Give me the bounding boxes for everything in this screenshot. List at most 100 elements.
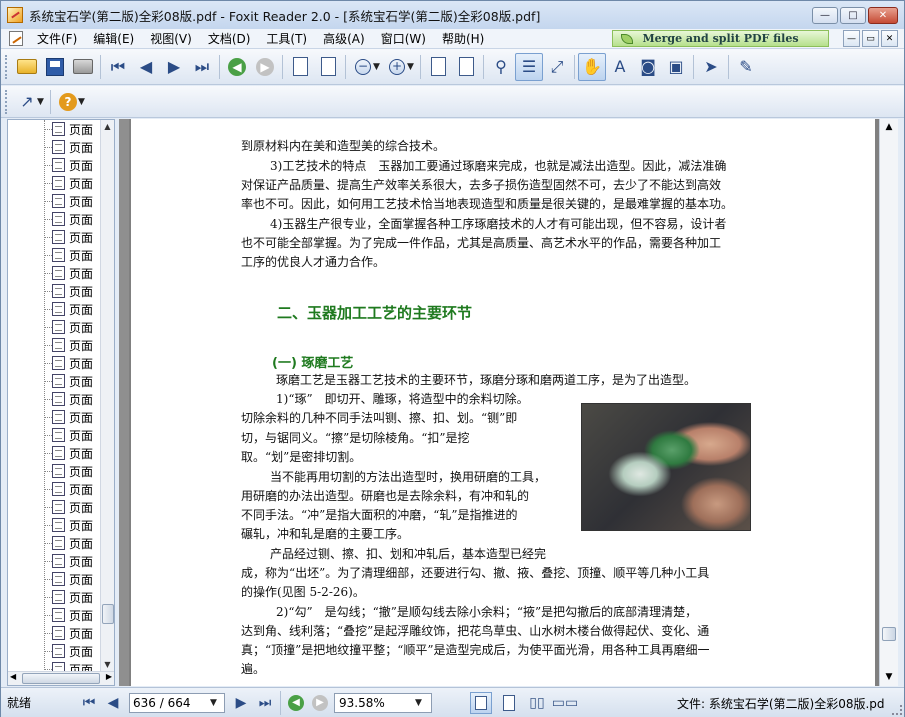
bookmark-item[interactable]: 页面 [8,300,102,318]
menu-tools[interactable]: 工具(T) [258,30,315,47]
maximize-button[interactable]: □ [840,7,866,24]
bookmark-item[interactable]: 页面 [8,210,102,228]
document-view[interactable]: 二、玉器加工工艺的主要环节 (一) 琢磨工艺 到原材料内在美和造型美的综合技术。… [129,119,879,686]
toolbar-grip[interactable] [5,54,9,79]
zoom-in-dropdown-icon[interactable]: ▼ [407,62,417,72]
menu-window[interactable]: 窗口(W) [373,30,434,47]
last-page-button[interactable]: ⏭ [188,53,216,81]
bookmark-horizontal-scrollbar[interactable]: ◀ ▶ [8,671,114,685]
bookmark-hscroll-thumb[interactable] [22,673,100,684]
bookmark-item[interactable]: 页面 [8,642,102,660]
bookmark-item[interactable]: 页面 [8,444,102,462]
menu-view[interactable]: 视图(V) [142,30,200,47]
scroll-right-arrow-icon[interactable]: ▶ [106,672,112,681]
toolbar-grip[interactable] [5,89,9,114]
bookmark-item[interactable]: 页面 [8,480,102,498]
bookmark-item[interactable]: 页面 [8,534,102,552]
scroll-up-arrow-icon[interactable]: ▲ [101,120,114,134]
doc-restore-button[interactable]: ▭ [862,30,879,47]
document-icon[interactable] [9,31,23,46]
page-dropdown-icon[interactable]: ▼ [210,698,220,708]
select-text-button[interactable]: A [606,53,634,81]
bookmark-item[interactable]: 页面 [8,156,102,174]
previous-page-button[interactable]: ◀ [132,53,160,81]
actual-size-button[interactable] [424,53,452,81]
resize-grip[interactable] [892,705,902,715]
bookmark-item[interactable]: 页面 [8,246,102,264]
zoom-out-dropdown-icon[interactable]: ▼ [373,62,383,72]
bookmark-item[interactable]: 页面 [8,498,102,516]
bookmark-item[interactable]: 页面 [8,552,102,570]
page-number-box[interactable]: 636 / 664 ▼ [129,692,225,713]
panel-splitter[interactable] [119,119,129,686]
bookmark-item[interactable]: 页面 [8,588,102,606]
bookmark-item[interactable]: 页面 [8,462,102,480]
menu-advanced[interactable]: 高级(A) [315,30,373,47]
bookmark-item[interactable]: 页面 [8,426,102,444]
document-vertical-scrollbar[interactable]: ▲ ▼ [879,119,898,686]
bookmark-item[interactable]: 页面 [8,282,102,300]
bookmark-item[interactable]: 页面 [8,138,102,156]
merge-split-banner[interactable]: Merge and split PDF files [612,30,829,47]
bookmark-vertical-scrollbar[interactable]: ▲ ▼ [100,120,114,672]
rotate-right-button[interactable] [314,53,342,81]
bookmark-item[interactable]: 页面 [8,174,102,192]
minimize-button[interactable]: — [812,7,838,24]
open-button[interactable] [13,53,41,81]
fullscreen-button[interactable]: ⤢ [543,53,571,81]
menu-edit[interactable]: 编辑(E) [85,30,142,47]
bookmark-item[interactable]: 页面 [8,120,102,138]
scroll-down-arrow-icon[interactable]: ▼ [101,658,114,672]
status-forward-icon[interactable]: ▶ [312,694,328,711]
close-button[interactable]: ✕ [868,7,898,24]
next-page-button[interactable]: ▶ [160,53,188,81]
doc-minimize-button[interactable]: — [843,30,860,47]
bookmark-item[interactable]: 页面 [8,408,102,426]
hand-tool-button[interactable]: ✋ [578,52,606,81]
status-back-icon[interactable]: ◀ [288,694,304,711]
facing-layout-button[interactable]: ▯▯ [526,692,548,714]
single-page-layout-button[interactable] [470,691,492,714]
go-forward-button[interactable]: ▶ [251,53,279,81]
doc-scroll-down-arrow-icon[interactable]: ▼ [880,669,898,686]
bookmarks-panel-button[interactable]: ☰ [515,52,543,81]
bookmark-item[interactable]: 页面 [8,372,102,390]
doc-scroll-up-arrow-icon[interactable]: ▲ [880,119,898,136]
find-button[interactable]: ⚲ [487,53,515,81]
first-page-button[interactable]: ⏮ [104,53,132,81]
scroll-left-arrow-icon[interactable]: ◀ [10,672,16,681]
menu-help[interactable]: 帮助(H) [434,30,492,47]
continuous-layout-button[interactable] [498,692,520,714]
rotate-left-button[interactable] [286,53,314,81]
zoom-dropdown-icon[interactable]: ▼ [415,698,425,708]
bookmark-item[interactable]: 页面 [8,516,102,534]
status-last-page-icon[interactable]: ⏭ [253,695,277,711]
save-button[interactable] [41,53,69,81]
bookmark-item[interactable]: 页面 [8,264,102,282]
bookmark-item[interactable]: 页面 [8,318,102,336]
menu-document[interactable]: 文档(D) [200,30,259,47]
bookmark-item[interactable]: 页面 [8,390,102,408]
select-annotation-button[interactable]: ➤ [697,53,725,81]
help-dropdown-icon[interactable]: ▼ [78,97,88,107]
continuous-facing-layout-button[interactable]: ▭▭ [552,692,578,714]
bookmark-item[interactable]: 页面 [8,624,102,642]
bookmark-item[interactable]: 页面 [8,192,102,210]
fit-page-button[interactable] [452,53,480,81]
bookmark-item[interactable]: 页面 [8,570,102,588]
bookmark-item[interactable]: 页面 [8,228,102,246]
zoom-level-box[interactable]: 93.58% ▼ [334,692,432,713]
bookmark-scroll-thumb[interactable] [102,604,114,624]
bookmark-item[interactable]: 页面 [8,336,102,354]
doc-scroll-thumb[interactable] [882,627,896,641]
bookmark-item[interactable]: 页面 [8,606,102,624]
go-back-button[interactable]: ◀ [223,53,251,81]
print-button[interactable] [69,53,97,81]
typewriter-button[interactable]: ✎ [732,53,760,81]
status-first-page-icon[interactable]: ⏮ [77,695,101,711]
menu-file[interactable]: 文件(F) [29,30,85,47]
snapshot-button[interactable]: ◙ [634,53,662,81]
arrow-tool-dropdown-icon[interactable]: ▼ [37,97,47,107]
image-select-button[interactable]: ▣ [662,53,690,81]
doc-close-button[interactable]: ✕ [881,30,898,47]
